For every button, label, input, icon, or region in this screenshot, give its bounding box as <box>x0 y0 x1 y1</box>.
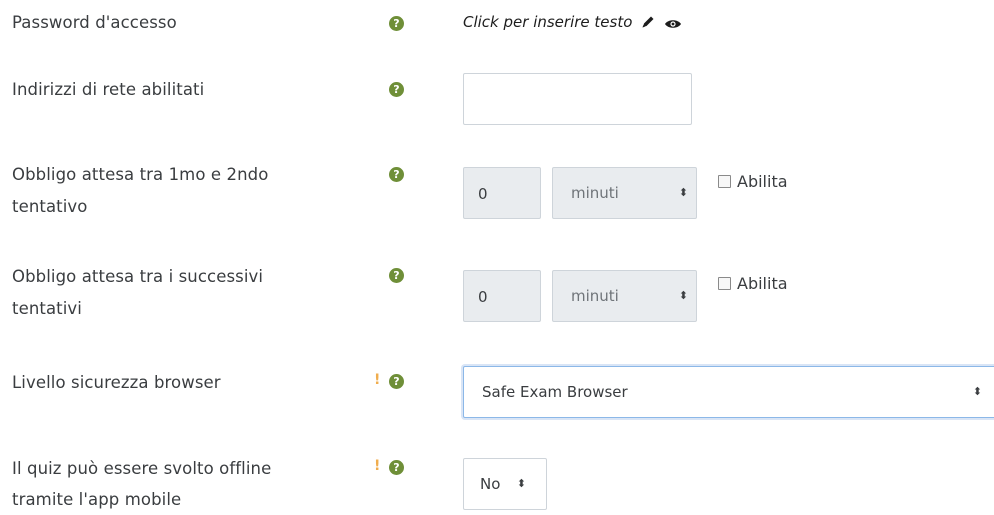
help-icon[interactable]: ? <box>389 16 404 31</box>
help-icon[interactable]: ? <box>389 460 404 475</box>
delay1-unit-value: minuti <box>571 184 619 202</box>
browser-security-value: Safe Exam Browser <box>482 383 628 401</box>
network-addresses-input[interactable] <box>463 73 692 125</box>
browser-security-select[interactable]: Safe Exam Browser ⬍ <box>463 366 994 418</box>
delay1-label-line2: tentativo <box>12 197 88 216</box>
offline-value: No <box>480 475 501 493</box>
offline-label-line2: tramite l'app mobile <box>12 490 182 509</box>
help-icon[interactable]: ? <box>389 374 404 389</box>
help-icon[interactable]: ? <box>389 268 404 283</box>
exclamation-icon: ! <box>374 372 381 388</box>
offline-label-line1: Il quiz può essere svolto offline <box>12 459 272 478</box>
delay2-number-input[interactable]: 0 <box>463 270 541 322</box>
checkbox-box[interactable] <box>718 175 731 188</box>
help-icon[interactable]: ? <box>389 82 404 97</box>
exclamation-icon: ! <box>374 458 381 474</box>
delay2-unit-value: minuti <box>571 287 619 305</box>
password-label: Password d'accesso <box>12 13 177 32</box>
offline-select[interactable]: No ⬍ <box>463 458 547 510</box>
checkbox-box[interactable] <box>718 277 731 290</box>
delay1-label-line1: Obbligo attesa tra 1mo e 2ndo <box>12 165 269 184</box>
help-icon[interactable]: ? <box>389 167 404 182</box>
sort-caret-icon: ⬍ <box>972 385 982 398</box>
browser-security-label: Livello sicurezza browser <box>12 373 221 392</box>
network-label: Indirizzi di rete abilitati <box>12 80 205 99</box>
delay1-unit-select[interactable]: minuti ⬍ <box>552 167 697 219</box>
delay2-enable-checkbox[interactable]: Abilita <box>718 274 788 293</box>
password-inplace-editable[interactable]: Click per inserire testo <box>463 13 682 31</box>
pencil-icon[interactable] <box>640 14 656 30</box>
delay2-unit-select[interactable]: minuti ⬍ <box>552 270 697 322</box>
delay2-label-line1: Obbligo attesa tra i successivi <box>12 267 264 286</box>
delay1-enable-checkbox[interactable]: Abilita <box>718 172 788 191</box>
delay1-number-input[interactable]: 0 <box>463 167 541 219</box>
delay1-enable-label[interactable]: Abilita <box>737 172 788 191</box>
sort-caret-icon: ⬍ <box>678 186 688 199</box>
delay2-enable-label[interactable]: Abilita <box>737 274 788 293</box>
sort-caret-icon: ⬍ <box>516 477 526 490</box>
eye-icon[interactable] <box>664 16 682 28</box>
sort-caret-icon: ⬍ <box>678 289 688 302</box>
delay2-label-line2: tentativi <box>12 299 82 318</box>
password-placeholder-text[interactable]: Click per inserire testo <box>463 13 632 31</box>
